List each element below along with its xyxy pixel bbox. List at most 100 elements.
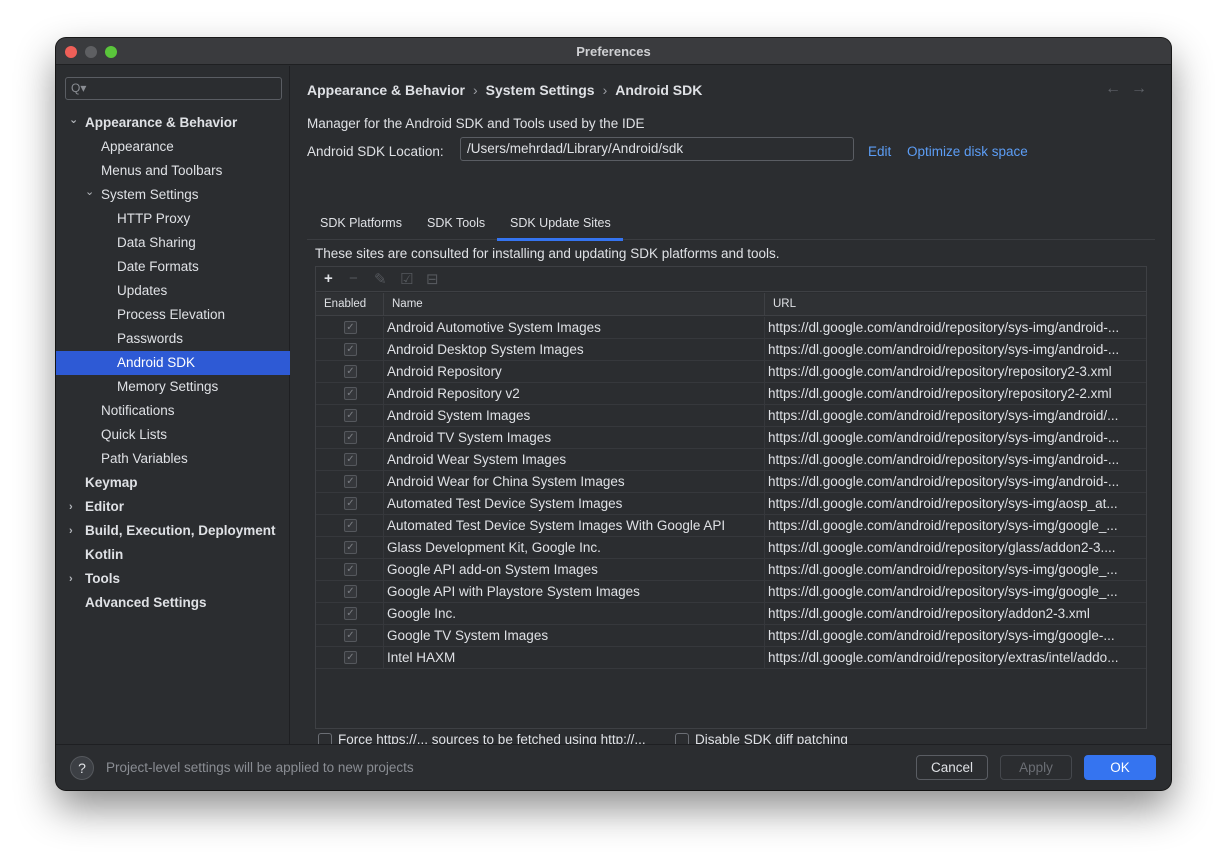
optimize-disk-space-link[interactable]: Optimize disk space: [907, 144, 1028, 159]
sidebar-item[interactable]: Data Sharing: [56, 231, 290, 255]
site-url: https://dl.google.com/android/repository…: [768, 518, 1118, 533]
enabled-checkbox[interactable]: ✓: [344, 387, 357, 400]
chevron-right-icon[interactable]: ›: [69, 495, 73, 519]
enabled-checkbox[interactable]: ✓: [344, 365, 357, 378]
update-sites-table: + − ✎ ☑ ⊟ Enabled Name URL ✓ Android Auto…: [315, 266, 1147, 729]
sidebar-item[interactable]: Memory Settings: [56, 375, 290, 399]
tab-sdk-update-sites[interactable]: SDK Update Sites: [510, 216, 611, 230]
select-all-icon[interactable]: ☑: [400, 270, 413, 288]
enabled-checkbox[interactable]: ✓: [344, 409, 357, 422]
sidebar-item[interactable]: Path Variables: [56, 447, 290, 471]
edit-link[interactable]: Edit: [868, 144, 891, 159]
table-row[interactable]: ✓ Automated Test Device System Images http…: [316, 493, 1146, 515]
sidebar-item[interactable]: Quick Lists: [56, 423, 290, 447]
help-button[interactable]: ?: [70, 756, 94, 780]
table-toolbar: + − ✎ ☑ ⊟: [316, 267, 1146, 292]
forward-arrow-icon[interactable]: →: [1131, 80, 1157, 97]
chevron-down-icon[interactable]: ⌄: [69, 108, 78, 132]
edit-icon[interactable]: ✎: [374, 270, 387, 288]
column-header-url[interactable]: URL: [773, 298, 796, 310]
sidebar-item[interactable]: › Editor: [56, 495, 290, 519]
sidebar-item[interactable]: Keymap: [56, 471, 290, 495]
sidebar-item[interactable]: Passwords: [56, 327, 290, 351]
sidebar-item-label: Memory Settings: [117, 379, 219, 394]
sidebar-item[interactable]: ⌄ System Settings: [56, 183, 290, 207]
settings-search-input[interactable]: Q▾: [65, 77, 282, 100]
sidebar-item[interactable]: Date Formats: [56, 255, 290, 279]
sidebar-item[interactable]: › Tools: [56, 567, 290, 591]
table-row[interactable]: ✓ Google TV System Images https://dl.googl…: [316, 625, 1146, 647]
breadcrumb-item[interactable]: System Settings: [486, 82, 595, 98]
sidebar-item[interactable]: Kotlin: [56, 543, 290, 567]
column-divider: [764, 405, 765, 427]
table-row[interactable]: ✓ Android Wear for China System Images htt…: [316, 471, 1146, 493]
site-name: Android Wear System Images: [387, 452, 567, 467]
table-row[interactable]: ✓ Google API add-on System Images https://…: [316, 559, 1146, 581]
table-row[interactable]: ✓ Google API with Playstore System Images…: [316, 581, 1146, 603]
chevron-down-icon[interactable]: ⌄: [85, 180, 94, 204]
table-row[interactable]: ✓ Android System Images https://dl.google.…: [316, 405, 1146, 427]
table-row[interactable]: ✓ Android Wear System Images https://dl.go…: [316, 449, 1146, 471]
sidebar-item-label: Keymap: [85, 475, 138, 490]
enabled-checkbox[interactable]: ✓: [344, 431, 357, 444]
chevron-right-icon[interactable]: ›: [69, 567, 73, 591]
sidebar-item[interactable]: Updates: [56, 279, 290, 303]
tab-sdk-tools[interactable]: SDK Tools: [427, 216, 485, 230]
sidebar-item-label: Data Sharing: [117, 235, 196, 250]
enabled-checkbox[interactable]: ✓: [344, 585, 357, 598]
table-row[interactable]: ✓ Google Inc. https://dl.google.com/androi…: [316, 603, 1146, 625]
column-divider: [383, 647, 384, 669]
enabled-checkbox[interactable]: ✓: [344, 321, 357, 334]
sidebar-item[interactable]: Notifications: [56, 399, 290, 423]
table-row[interactable]: ✓ Android TV System Images https://dl.goog…: [316, 427, 1146, 449]
tab-sdk-platforms[interactable]: SDK Platforms: [320, 216, 402, 230]
sidebar-item-label: Date Formats: [117, 259, 199, 274]
table-row[interactable]: ✓ Android Desktop System Images https://dl…: [316, 339, 1146, 361]
sidebar-item[interactable]: ⌄ Appearance & Behavior: [56, 111, 290, 135]
enabled-checkbox[interactable]: ✓: [344, 497, 357, 510]
sidebar-item-label: Advanced Settings: [85, 595, 207, 610]
sidebar-item[interactable]: › Build, Execution, Deployment: [56, 519, 290, 543]
column-divider: [383, 449, 384, 471]
enabled-checkbox[interactable]: ✓: [344, 607, 357, 620]
sidebar-item[interactable]: Process Elevation: [56, 303, 290, 327]
sidebar-item[interactable]: Android SDK: [56, 351, 290, 375]
enabled-checkbox[interactable]: ✓: [344, 343, 357, 356]
column-header-enabled[interactable]: Enabled: [324, 298, 366, 310]
breadcrumb-item[interactable]: Appearance & Behavior: [307, 82, 465, 98]
table-row[interactable]: ✓ Android Automotive System Images https:/…: [316, 317, 1146, 339]
column-divider: [764, 339, 765, 361]
deselect-all-icon[interactable]: ⊟: [426, 270, 439, 288]
enabled-checkbox[interactable]: ✓: [344, 541, 357, 554]
site-url: https://dl.google.com/android/repository…: [768, 606, 1090, 621]
enabled-checkbox[interactable]: ✓: [344, 651, 357, 664]
ok-button[interactable]: OK: [1084, 755, 1156, 780]
table-row[interactable]: ✓ Automated Test Device System Images Wit…: [316, 515, 1146, 537]
enabled-checkbox[interactable]: ✓: [344, 453, 357, 466]
sdk-location-field[interactable]: /Users/mehrdad/Library/Android/sdk: [460, 137, 854, 161]
column-divider: [383, 603, 384, 625]
sidebar-item[interactable]: Advanced Settings: [56, 591, 290, 615]
column-header-name[interactable]: Name: [392, 298, 423, 310]
enabled-checkbox[interactable]: ✓: [344, 475, 357, 488]
remove-icon[interactable]: −: [349, 270, 358, 287]
column-divider: [383, 471, 384, 493]
table-row[interactable]: ✓ Glass Development Kit, Google Inc. https…: [316, 537, 1146, 559]
site-url: https://dl.google.com/android/repository…: [768, 430, 1120, 445]
table-row[interactable]: ✓ Android Repository v2 https://dl.google.…: [316, 383, 1146, 405]
enabled-checkbox[interactable]: ✓: [344, 563, 357, 576]
page-description: Manager for the Android SDK and Tools us…: [307, 116, 645, 131]
sidebar-item[interactable]: HTTP Proxy: [56, 207, 290, 231]
chevron-right-icon[interactable]: ›: [69, 519, 73, 543]
sidebar-item[interactable]: Appearance: [56, 135, 290, 159]
apply-button[interactable]: Apply: [1000, 755, 1072, 780]
table-row[interactable]: ✓ Intel HAXM https://dl.google.com/android…: [316, 647, 1146, 669]
add-icon[interactable]: +: [324, 270, 333, 287]
table-header: Enabled Name URL: [316, 293, 1146, 316]
enabled-checkbox[interactable]: ✓: [344, 519, 357, 532]
back-arrow-icon[interactable]: ←: [1105, 80, 1131, 97]
enabled-checkbox[interactable]: ✓: [344, 629, 357, 642]
column-divider: [383, 537, 384, 559]
table-row[interactable]: ✓ Android Repository https://dl.google.com…: [316, 361, 1146, 383]
cancel-button[interactable]: Cancel: [916, 755, 988, 780]
